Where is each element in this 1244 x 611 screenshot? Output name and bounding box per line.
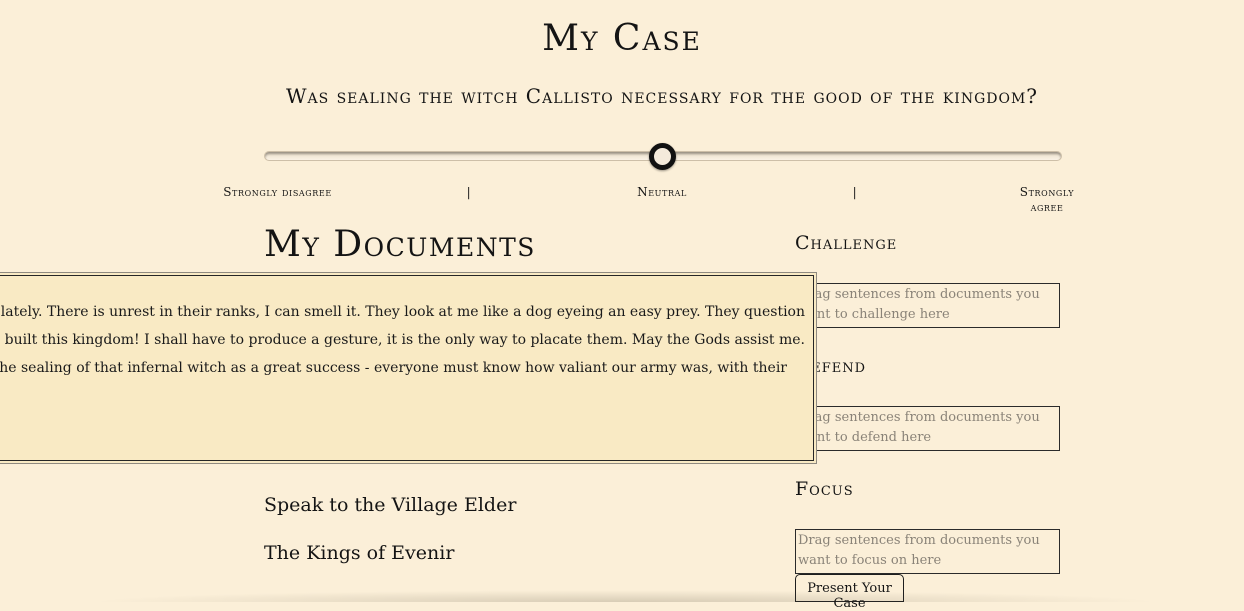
case-question: Was sealing the witch Callisto necessary… (285, 84, 1039, 108)
focus-drop-zone[interactable]: Drag sentences from documents you want t… (795, 529, 1060, 574)
bottom-shadow (90, 590, 1160, 602)
scale-tick: | (466, 185, 472, 199)
popup-sentence[interactable]: amilies have been acting up lately. Ther… (0, 304, 805, 320)
challenge-heading: Challenge (795, 232, 898, 254)
challenge-drop-zone[interactable]: Drag sentences from documents you want t… (795, 283, 1060, 328)
documents-heading: My Documents (264, 224, 536, 265)
document-popup[interactable]: amilies have been acting up lately. Ther… (0, 275, 814, 461)
popup-sentence[interactable]: t is done. Be sure to present the sealin… (0, 360, 787, 376)
focus-heading: Focus (795, 478, 854, 500)
opinion-slider-thumb[interactable] (649, 143, 676, 170)
scale-label-strongly-agree: Strongly agree (1019, 185, 1075, 214)
defend-drop-zone[interactable]: Drag sentences from documents you want t… (795, 406, 1060, 451)
scale-tick: | (852, 185, 858, 199)
document-link-kings-of-evenir[interactable]: The Kings of Evenir (264, 542, 454, 564)
scale-label-strongly-disagree: Strongly disagree (223, 185, 332, 199)
page-title: My Case (542, 18, 702, 59)
document-link-village-elder[interactable]: Speak to the Village Elder (264, 494, 516, 516)
popup-sentence[interactable]: unified kingdom. It was I who built this… (0, 332, 805, 348)
scale-label-neutral: Neutral (637, 185, 687, 199)
